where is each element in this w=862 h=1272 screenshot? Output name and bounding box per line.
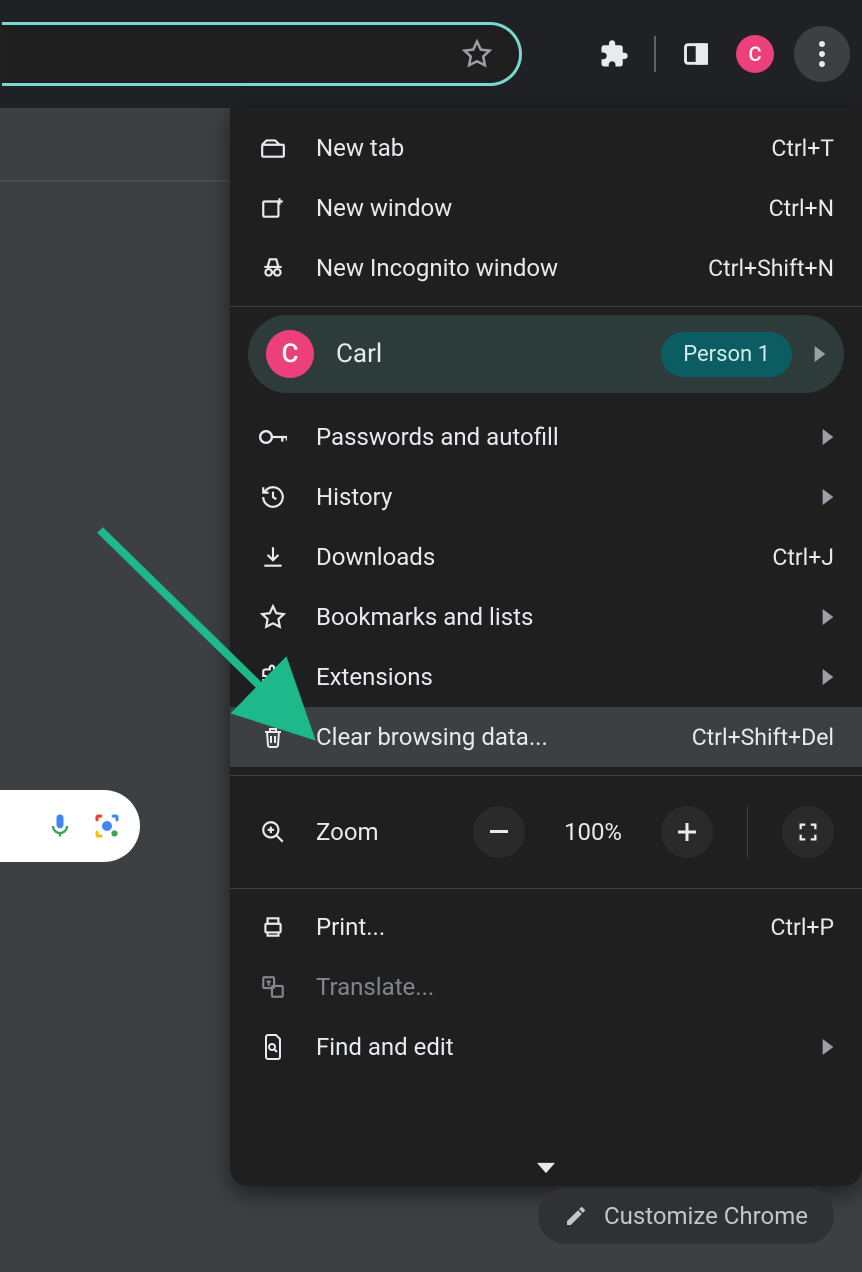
profile-avatar-button[interactable]: C — [736, 35, 774, 73]
menu-item-history[interactable]: History — [230, 467, 862, 527]
menu-item-label: Print... — [316, 913, 743, 941]
profile-avatar-icon: C — [266, 330, 314, 378]
menu-item-label: New window — [316, 194, 741, 222]
menu-item-new-incognito[interactable]: New Incognito window Ctrl+Shift+N — [230, 238, 862, 298]
fullscreen-button[interactable] — [782, 806, 834, 858]
chevron-right-icon — [816, 1039, 834, 1055]
menu-item-profile[interactable]: C Carl Person 1 — [248, 315, 844, 393]
menu-item-clear-browsing-data[interactable]: Clear browsing data... Ctrl+Shift+Del — [230, 707, 862, 767]
menu-item-downloads[interactable]: Downloads Ctrl+J — [230, 527, 862, 587]
menu-item-shortcut: Ctrl+J — [772, 544, 834, 571]
menu-item-label: Clear browsing data... — [316, 723, 664, 751]
menu-item-label: Translate... — [316, 973, 834, 1001]
voice-search-icon[interactable] — [46, 812, 74, 840]
browser-toolbar: C — [0, 0, 862, 108]
menu-item-passwords[interactable]: Passwords and autofill — [230, 407, 862, 467]
new-window-icon — [258, 195, 288, 221]
menu-item-new-tab[interactable]: New tab Ctrl+T — [230, 118, 862, 178]
chevron-right-icon — [816, 429, 834, 445]
translate-icon — [258, 974, 288, 1000]
print-icon — [258, 914, 288, 940]
find-icon — [258, 1033, 288, 1061]
bookmark-star-icon[interactable] — [457, 34, 497, 74]
menu-item-bookmarks[interactable]: Bookmarks and lists — [230, 587, 862, 647]
chevron-right-icon — [816, 609, 834, 625]
zoom-label: Zoom — [316, 818, 445, 846]
zoom-in-button[interactable] — [661, 806, 713, 858]
lens-search-icon[interactable] — [92, 811, 122, 841]
trash-icon — [258, 724, 288, 750]
menu-item-print[interactable]: Print... Ctrl+P — [230, 897, 862, 957]
incognito-icon — [258, 255, 288, 281]
star-icon — [258, 604, 288, 630]
address-bar[interactable] — [2, 22, 522, 86]
chevron-right-icon — [816, 489, 834, 505]
profile-badge: Person 1 — [661, 332, 792, 377]
menu-item-shortcut: Ctrl+Shift+N — [708, 255, 834, 282]
menu-item-shortcut: Ctrl+T — [771, 135, 834, 162]
menu-item-shortcut: Ctrl+P — [771, 914, 834, 941]
extensions-puzzle-icon[interactable] — [594, 34, 634, 74]
profile-name: Carl — [336, 339, 639, 369]
menu-item-new-window[interactable]: New window Ctrl+N — [230, 178, 862, 238]
main-menu-button[interactable] — [794, 26, 850, 82]
menu-item-label: New Incognito window — [316, 254, 680, 282]
menu-item-label: Extensions — [316, 663, 788, 691]
menu-item-translate: Translate... — [230, 957, 862, 1017]
zoom-separator — [747, 806, 748, 858]
pencil-icon — [564, 1204, 588, 1228]
zoom-value: 100% — [553, 818, 633, 846]
key-icon — [258, 428, 288, 446]
menu-item-label: History — [316, 483, 788, 511]
menu-item-shortcut: Ctrl+N — [769, 195, 834, 222]
search-actions-pill — [0, 790, 140, 862]
menu-item-zoom: Zoom 100% — [230, 784, 862, 880]
menu-item-label: Passwords and autofill — [316, 423, 788, 451]
history-icon — [258, 484, 288, 510]
menu-scroll-down[interactable] — [230, 1150, 862, 1186]
zoom-in-icon — [258, 819, 288, 845]
menu-item-label: Find and edit — [316, 1033, 788, 1061]
menu-separator — [230, 775, 862, 776]
customize-chrome-button[interactable]: Customize Chrome — [538, 1188, 834, 1244]
menu-item-extensions[interactable]: Extensions — [230, 647, 862, 707]
main-menu-dropdown: New tab Ctrl+T New window Ctrl+N New Inc… — [230, 108, 862, 1186]
side-panel-icon[interactable] — [676, 34, 716, 74]
menu-item-label: New tab — [316, 134, 743, 162]
zoom-out-button[interactable] — [473, 806, 525, 858]
chevron-right-icon — [816, 669, 834, 685]
customize-chrome-label: Customize Chrome — [604, 1202, 808, 1230]
menu-item-label: Downloads — [316, 543, 744, 571]
download-icon — [258, 544, 288, 570]
page-divider — [0, 180, 230, 182]
menu-item-find-edit[interactable]: Find and edit — [230, 1017, 862, 1077]
chevron-right-icon — [814, 346, 826, 362]
tab-icon — [258, 137, 288, 159]
menu-item-label: Bookmarks and lists — [316, 603, 788, 631]
toolbar-separator — [654, 36, 656, 72]
menu-item-shortcut: Ctrl+Shift+Del — [692, 724, 834, 751]
menu-separator — [230, 888, 862, 889]
menu-separator — [230, 306, 862, 307]
puzzle-icon — [258, 664, 288, 690]
